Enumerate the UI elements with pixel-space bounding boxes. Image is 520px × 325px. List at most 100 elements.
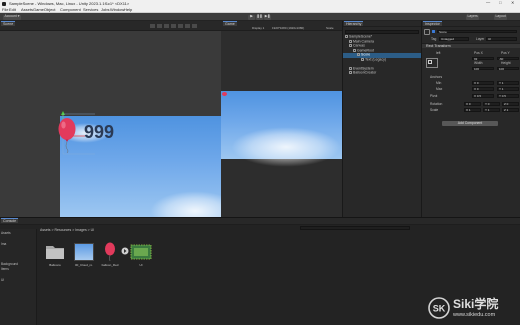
game-balloon-sprite: [222, 92, 227, 96]
anchor-min-y-field[interactable]: Y 1: [497, 81, 519, 85]
ui-sprite-icon[interactable]: [130, 243, 152, 261]
asset-label-balloons: Balloons: [49, 264, 61, 267]
width-field[interactable]: 100: [472, 66, 494, 71]
rotation-y-field[interactable]: Y 0: [483, 102, 500, 106]
folder-icon[interactable]: [45, 243, 65, 260]
cloud-image-icon[interactable]: [74, 243, 94, 261]
tag-dropdown[interactable]: Untagged: [439, 37, 469, 41]
scale-y-field[interactable]: Y 1: [483, 108, 500, 112]
menu-component[interactable]: Component: [60, 8, 81, 12]
pivot-x-field[interactable]: X 0.5: [472, 94, 494, 98]
asset-label-balloon-red: balloon_Red: [101, 264, 119, 267]
step-button[interactable]: ▶❚: [264, 14, 271, 20]
unity-logo-icon: [2, 1, 6, 6]
scale-label: Scale: [430, 108, 439, 112]
siki-watermark: SK Siki学院 www.sikiedu.com: [428, 297, 518, 321]
scale-slider[interactable]: Scale: [326, 27, 334, 30]
tree-item-ui[interactable]: UI: [1, 278, 4, 282]
anchor-max-y-field[interactable]: Y 1: [497, 87, 519, 91]
pos-y-field[interactable]: -60: [497, 56, 519, 61]
tree-item-assets[interactable]: Assets: [1, 231, 11, 235]
hierarchy-search-input[interactable]: [345, 30, 419, 34]
menu-window[interactable]: Window: [110, 8, 124, 12]
inspector-panel: Inspector Score Tag Untagged Layer UI Re…: [421, 21, 520, 217]
scene-tool-icons: [150, 24, 210, 30]
anchor-max-x-field[interactable]: X 0: [472, 87, 494, 91]
gameobject-icon: [349, 44, 352, 47]
pivot-y-field[interactable]: Y 0.5: [497, 94, 519, 98]
tree-item-background[interactable]: Background: [1, 262, 18, 266]
tree-item-items[interactable]: Items: [1, 267, 9, 271]
tab-game[interactable]: Game: [223, 21, 237, 26]
resolution-dropdown[interactable]: 1920*1080 (1920x1080): [272, 27, 304, 30]
layers-dropdown[interactable]: Layers: [466, 14, 480, 20]
score-text[interactable]: 999: [84, 123, 114, 141]
min-label: Min: [436, 81, 442, 85]
svg-text:SK: SK: [433, 304, 446, 314]
rect-transform-header[interactable]: Rect Transform: [422, 43, 520, 48]
hierarchy-item-text-legacy[interactable]: Text (Legacy): [343, 57, 422, 63]
layout-dropdown[interactable]: Layout: [494, 14, 508, 20]
tab-hierarchy[interactable]: Hierarchy: [344, 21, 364, 26]
rotation-z-field[interactable]: Z 0: [502, 102, 519, 106]
gameobject-icon: [349, 71, 352, 74]
balloon-icon[interactable]: [104, 242, 116, 262]
hierarchy-panel: Hierarchy SampleScene* Main Camera Canva…: [342, 21, 422, 217]
pos-y-label: Pos Y: [501, 51, 510, 55]
rotation-label: Rotation: [430, 102, 443, 106]
gameobject-icon: [349, 66, 352, 70]
tag-label: Tag: [431, 37, 437, 41]
gameobject-icon: [424, 29, 430, 35]
window-title: SampleScene - Windows, Mac, Linux - Unit…: [9, 0, 130, 6]
gameobject-icon: [357, 53, 360, 56]
tab-scene[interactable]: Scene: [1, 21, 16, 26]
tree-item-ima[interactable]: Ima: [1, 242, 6, 246]
max-label: Max: [436, 87, 443, 91]
game-view[interactable]: [221, 31, 342, 217]
gameobject-icon: [361, 57, 364, 61]
menu-assets[interactable]: Assets: [21, 8, 33, 12]
anchor-min-x-field[interactable]: X 0: [472, 81, 494, 85]
asset-label-cloud: 00_Cloud_ro...: [75, 264, 93, 267]
height-field[interactable]: 100: [497, 66, 519, 71]
breadcrumb[interactable]: Assets > Resources > Images > UI: [40, 228, 94, 233]
menu-file[interactable]: File: [2, 8, 8, 12]
menu-help[interactable]: Help: [124, 8, 132, 12]
watermark-brand: Siki学院: [453, 297, 499, 311]
add-component-button[interactable]: Add Component: [442, 121, 498, 126]
menu-jobs[interactable]: Jobs: [101, 8, 109, 12]
window-title-bar: SampleScene - Windows, Mac, Linux - Unit…: [0, 0, 520, 7]
anchor-preset-icon: [428, 60, 432, 64]
minimize-button[interactable]: —: [486, 0, 490, 5]
expand-arrow-icon[interactable]: [121, 247, 129, 255]
anchors-label[interactable]: Anchors: [430, 75, 442, 79]
anchor-preset-button[interactable]: [426, 58, 438, 68]
game-cloud: [231, 127, 341, 167]
scale-x-field[interactable]: X 1: [464, 108, 481, 112]
rotation-x-field[interactable]: X 0: [464, 102, 481, 106]
scene-view[interactable]: 999: [0, 31, 221, 217]
hierarchy-item-ballooncreator[interactable]: BalloonCreator: [343, 71, 422, 76]
active-checkbox[interactable]: [432, 30, 435, 33]
layer-dropdown[interactable]: UI: [486, 37, 517, 41]
project-header: [0, 218, 520, 225]
object-name-field[interactable]: Score: [437, 29, 517, 34]
tab-console[interactable]: Console: [1, 218, 19, 223]
project-search-input[interactable]: [300, 226, 410, 230]
pos-x-field[interactable]: 93: [472, 56, 494, 61]
close-button[interactable]: ✕: [511, 0, 515, 5]
menu-gameobject[interactable]: GameObject: [33, 8, 55, 12]
menu-edit[interactable]: Edit: [9, 8, 16, 12]
scale-z-field[interactable]: Z 1: [502, 108, 519, 112]
maximize-button[interactable]: □: [499, 0, 502, 5]
account-dropdown[interactable]: Account ▾: [3, 14, 21, 20]
menu-services[interactable]: Services: [83, 8, 98, 12]
main-toolbar: Account ▾ ▶ ❚❚ ▶❚ Layers Layout: [0, 13, 520, 21]
display-dropdown[interactable]: Display 1: [252, 27, 264, 30]
play-button[interactable]: ▶: [248, 14, 255, 20]
height-label: Height: [501, 61, 511, 65]
tab-inspector[interactable]: Inspector: [423, 21, 442, 26]
layer-label: Layer: [476, 37, 485, 41]
balloon-sprite[interactable]: [57, 117, 77, 153]
pause-button[interactable]: ❚❚: [256, 14, 263, 20]
